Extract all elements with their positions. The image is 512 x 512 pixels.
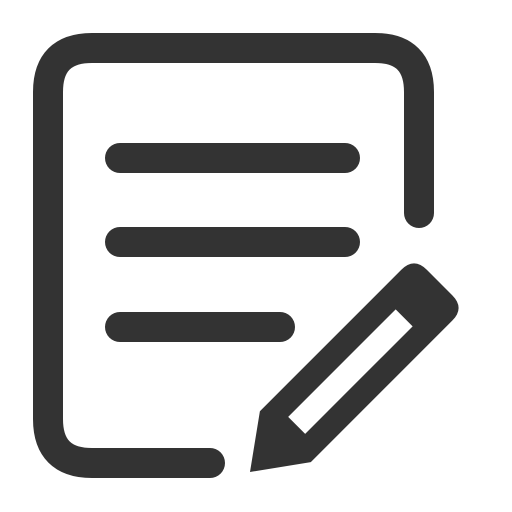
edit-document-icon [0,0,512,512]
edit-document-icon-svg [33,33,459,478]
pencil-icon [250,263,459,472]
pencil-body [250,263,459,472]
